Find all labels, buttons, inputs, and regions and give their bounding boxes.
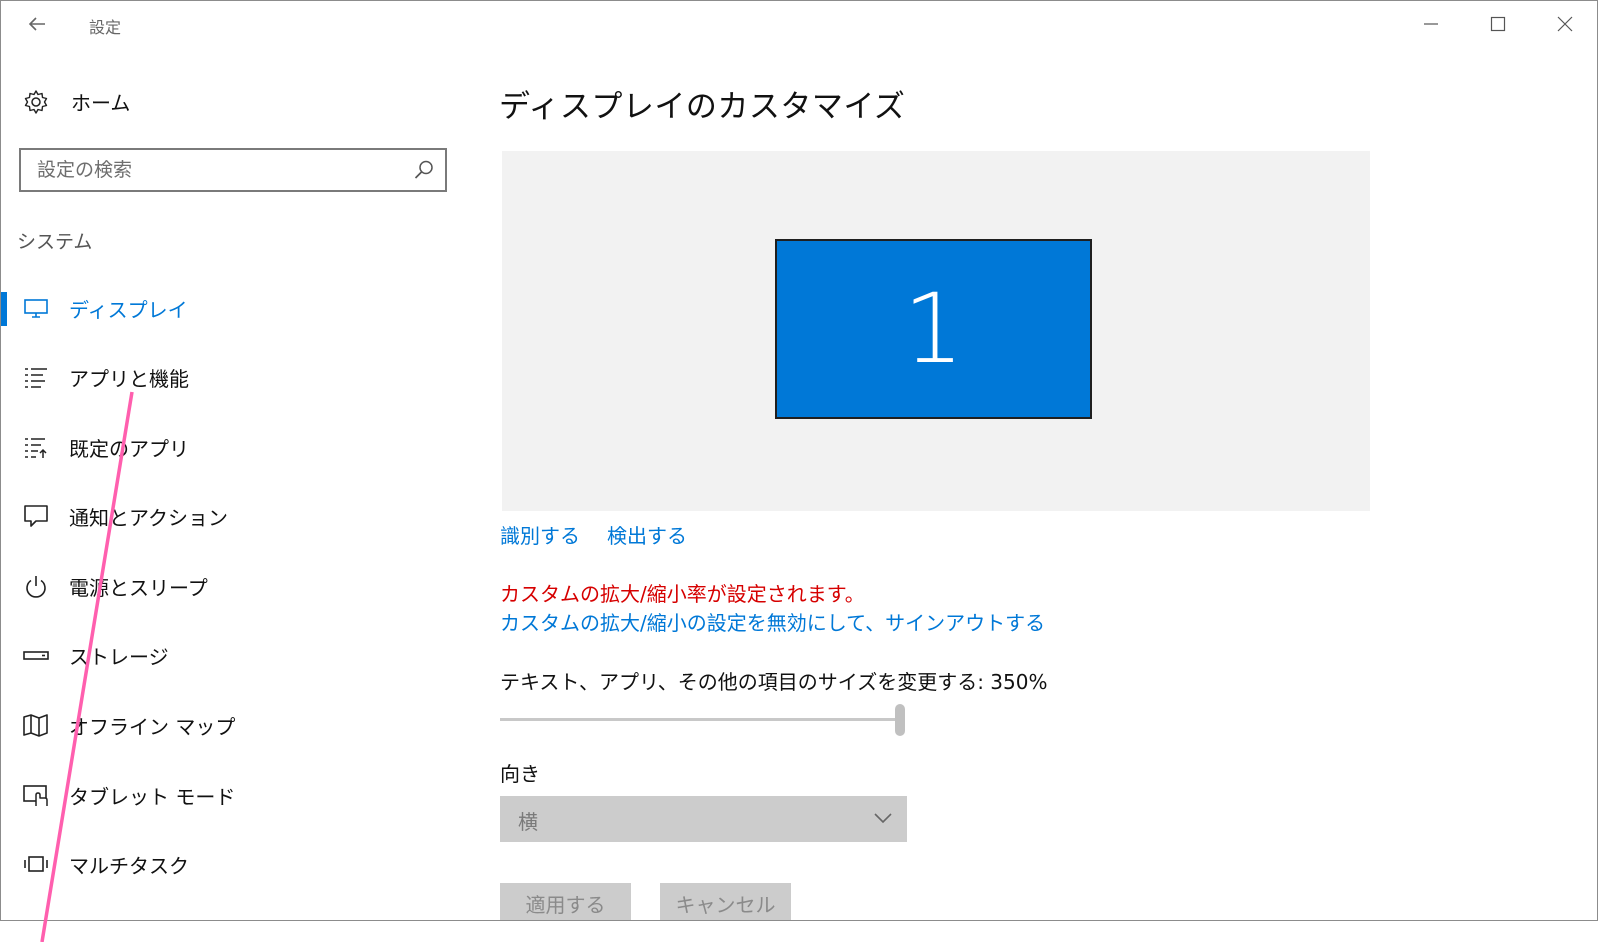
- display-number: 1: [902, 273, 965, 385]
- close-icon: [1557, 16, 1573, 32]
- display-arrangement-area: 1: [502, 151, 1370, 511]
- map-icon: [23, 714, 48, 737]
- sidebar-item-label: ストレージ: [69, 645, 169, 669]
- page-title: ディスプレイのカスタマイズ: [499, 89, 906, 125]
- sidebar-item-tablet-mode[interactable]: タブレット モード: [1, 767, 461, 823]
- orientation-label: 向き: [500, 762, 540, 786]
- apply-button[interactable]: 適用する: [500, 883, 631, 920]
- notification-icon: [24, 505, 48, 527]
- sidebar-item-label: 既定のアプリ: [69, 437, 189, 461]
- sidebar-item-label: タブレット モード: [69, 785, 236, 809]
- monitor-icon: [24, 299, 48, 318]
- chevron-down-icon: [874, 813, 892, 824]
- sidebar-item-multitasking[interactable]: マルチタスク: [1, 836, 461, 892]
- slider-track: [500, 718, 900, 721]
- search-icon[interactable]: [413, 159, 435, 181]
- multitask-icon: [24, 856, 48, 872]
- window-title: 設定: [89, 18, 122, 37]
- minimize-icon: [1424, 23, 1438, 25]
- power-icon: [26, 576, 46, 598]
- sidebar-item-label: アプリと機能: [69, 367, 189, 391]
- settings-window: 設定 ホーム システム ディスプレイ: [0, 0, 1598, 921]
- title-bar: 設定: [1, 1, 1597, 47]
- scale-slider[interactable]: [500, 704, 908, 736]
- identify-link[interactable]: 識別する: [500, 520, 580, 549]
- sidebar-item-label: マルチタスク: [69, 854, 189, 878]
- detect-link[interactable]: 検出する: [607, 520, 687, 549]
- tablet-mode-icon: [23, 785, 48, 806]
- default-apps-icon: [25, 438, 47, 458]
- custom-scale-warning: カスタムの拡大/縮小率が設定されます。: [500, 582, 865, 606]
- storage-icon: [23, 651, 49, 660]
- section-label-system: システム: [17, 231, 93, 253]
- cancel-button[interactable]: キャンセル: [660, 883, 791, 920]
- background-strip: [0, 922, 1600, 942]
- sidebar-item-label: オフライン マップ: [69, 715, 236, 739]
- sidebar-item-power-sleep[interactable]: 電源とスリープ: [1, 558, 461, 614]
- sidebar-item-label: 通知とアクション: [69, 506, 228, 530]
- home-link[interactable]: ホーム: [23, 87, 130, 116]
- sidebar-item-offline-maps[interactable]: オフライン マップ: [1, 697, 461, 753]
- slider-thumb[interactable]: [895, 704, 905, 736]
- disable-custom-scale-link[interactable]: カスタムの拡大/縮小の設定を無効にして、サインアウトする: [500, 607, 1045, 636]
- settings-search-input[interactable]: [21, 150, 417, 190]
- orientation-dropdown[interactable]: 横: [500, 796, 907, 842]
- sidebar-item-label: ディスプレイ: [69, 298, 188, 322]
- orientation-selected-value: 横: [518, 810, 538, 834]
- settings-search-box[interactable]: [19, 148, 447, 192]
- sidebar-item-notifications[interactable]: 通知とアクション: [1, 488, 461, 544]
- back-button[interactable]: [21, 11, 53, 37]
- close-button[interactable]: [1542, 9, 1588, 39]
- sidebar-item-apps-features[interactable]: アプリと機能: [1, 349, 461, 405]
- sidebar-item-default-apps[interactable]: 既定のアプリ: [1, 419, 461, 475]
- back-arrow-icon: [28, 17, 45, 31]
- minimize-button[interactable]: [1408, 9, 1454, 39]
- active-indicator: [1, 292, 7, 326]
- maximize-icon: [1490, 16, 1506, 32]
- display-1-tile[interactable]: 1: [775, 239, 1092, 419]
- gear-icon: [24, 89, 48, 114]
- apps-list-icon: [25, 368, 47, 388]
- scale-label: テキスト、アプリ、その他の項目のサイズを変更する: 350%: [500, 670, 1048, 694]
- sidebar-item-storage[interactable]: ストレージ: [1, 627, 461, 683]
- sidebar-item-label: 電源とスリープ: [69, 576, 208, 600]
- home-label: ホーム: [71, 91, 131, 115]
- maximize-button[interactable]: [1475, 9, 1521, 39]
- sidebar-item-display[interactable]: ディスプレイ: [1, 280, 461, 336]
